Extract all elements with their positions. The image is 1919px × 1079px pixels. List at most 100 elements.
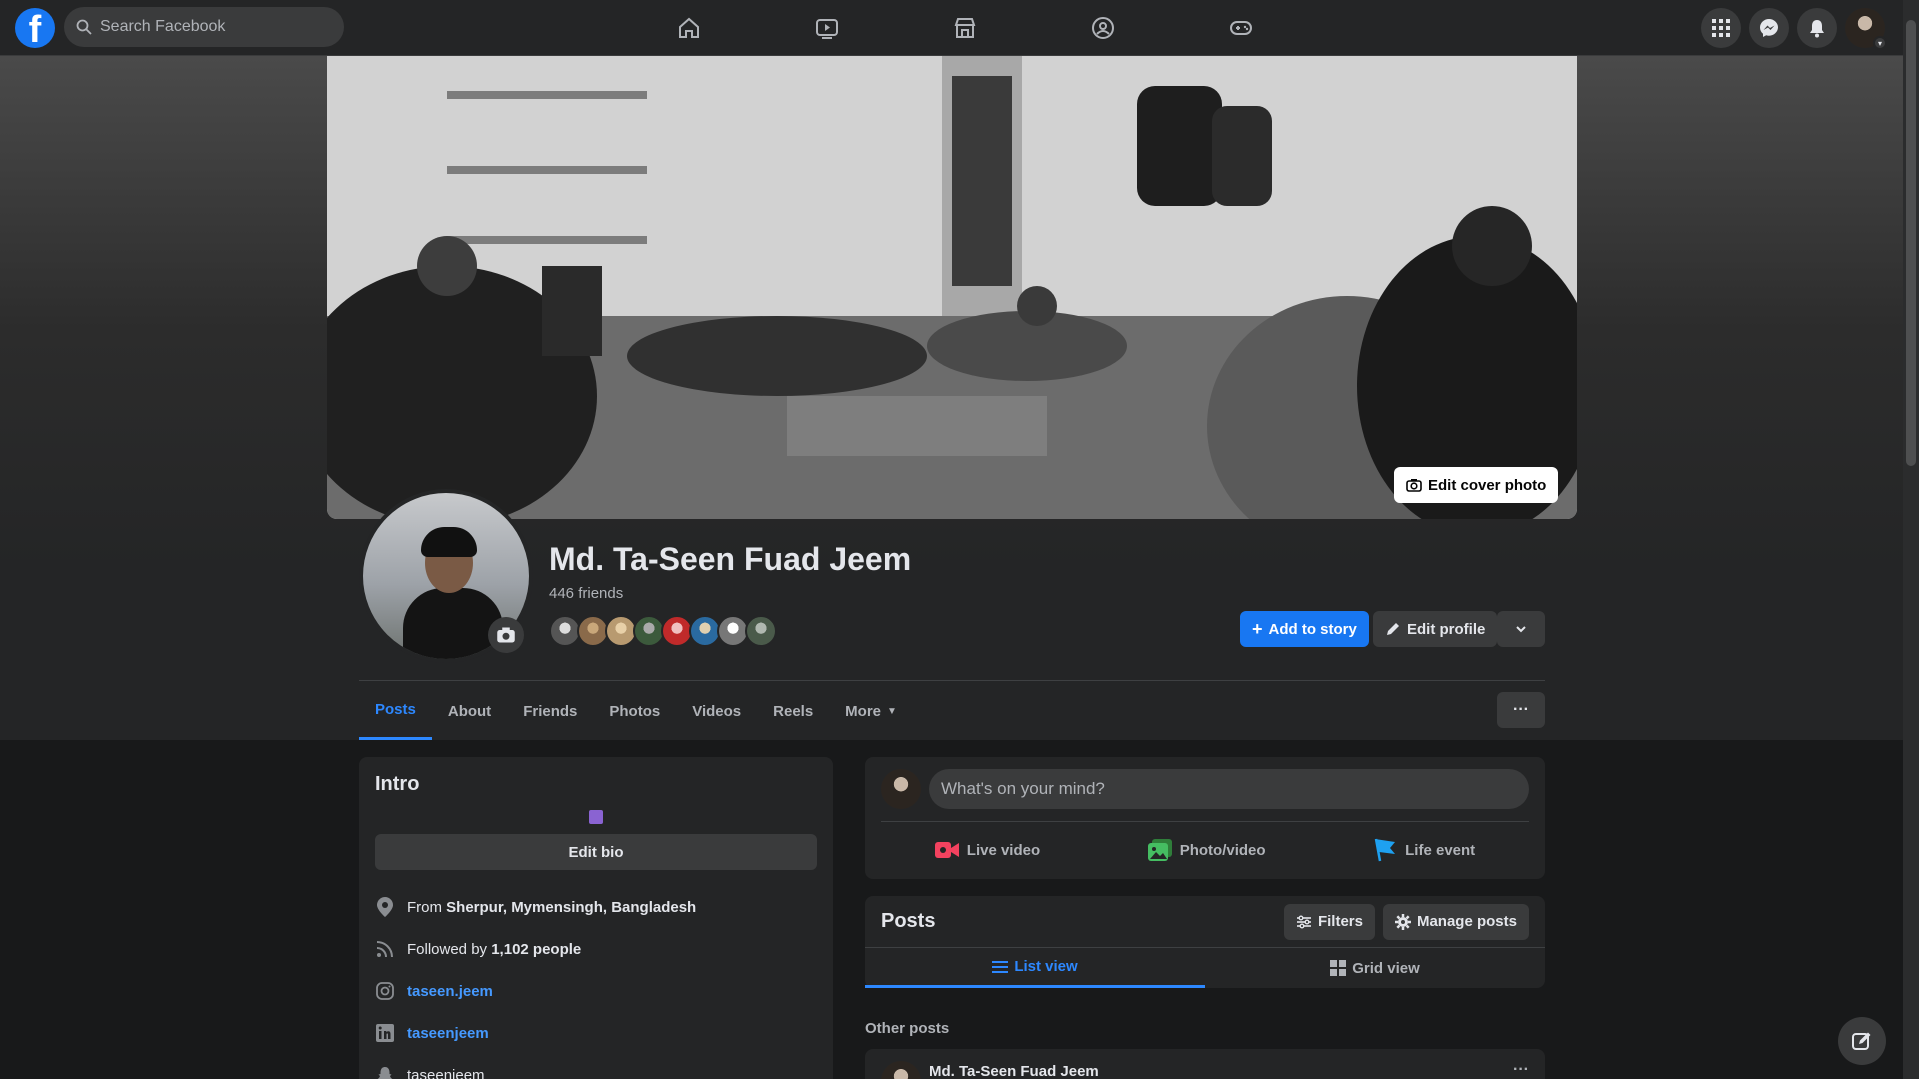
new-message-button[interactable] bbox=[1838, 1017, 1886, 1065]
linkedin-link[interactable]: taseenjeem bbox=[407, 1025, 489, 1042]
followers-prefix: Followed by bbox=[407, 940, 492, 958]
live-video-label: Live video bbox=[966, 841, 1041, 859]
update-profile-picture-button[interactable] bbox=[488, 617, 524, 653]
video-icon bbox=[816, 19, 838, 39]
post-author-name[interactable]: Md. Ta-Seen Fuad Jeem bbox=[929, 1063, 1099, 1079]
grid-view-label: Grid view bbox=[1352, 959, 1420, 977]
instagram-icon bbox=[375, 981, 395, 1001]
grid-view-tab[interactable]: Grid view bbox=[1205, 948, 1545, 988]
scrollbar-thumb[interactable] bbox=[1906, 20, 1916, 466]
post-card: Md. Ta-Seen Fuad Jeem ··· bbox=[865, 1049, 1545, 1079]
tab-friends[interactable]: Friends bbox=[507, 682, 593, 740]
home-icon bbox=[679, 17, 699, 38]
facebook-logo[interactable]: f bbox=[15, 8, 55, 48]
intro-title: Intro bbox=[375, 773, 420, 795]
grid-icon bbox=[1330, 960, 1347, 976]
header-divider bbox=[359, 680, 1545, 681]
profile-options-button[interactable] bbox=[1497, 611, 1545, 647]
tab-about[interactable]: About bbox=[432, 682, 507, 740]
search-icon bbox=[76, 19, 92, 35]
messenger-button[interactable] bbox=[1749, 8, 1789, 48]
marketplace-nav[interactable] bbox=[896, 0, 1034, 56]
instagram-row: taseen.jeem bbox=[375, 970, 817, 1012]
messenger-icon bbox=[1760, 19, 1778, 37]
manage-posts-button[interactable]: Manage posts bbox=[1382, 903, 1529, 940]
post-author-avatar[interactable] bbox=[881, 1061, 921, 1079]
caret-down-icon: ▼ bbox=[887, 705, 897, 717]
edit-cover-photo-button[interactable]: Edit cover photo bbox=[1394, 467, 1559, 503]
cover-photo-illustration bbox=[327, 56, 1577, 519]
posts-header-buttons: Filters Manage posts bbox=[1283, 903, 1529, 940]
groups-nav[interactable] bbox=[1034, 0, 1172, 56]
composer-actions: Live video Photo/video Life event bbox=[881, 822, 1529, 868]
friend-avatar[interactable] bbox=[745, 615, 777, 647]
chevron-down-icon: ▾ bbox=[1873, 36, 1887, 50]
marketplace-icon bbox=[954, 18, 976, 38]
search-input[interactable]: Search Facebook bbox=[64, 7, 344, 47]
posts-header: Posts Filters Manage posts bbox=[865, 896, 1545, 948]
composer-top: What's on your mind? bbox=[881, 769, 1529, 822]
post-options-icon[interactable]: ··· bbox=[1513, 1061, 1529, 1079]
search-placeholder: Search Facebook bbox=[100, 18, 226, 35]
whats-on-your-mind-input[interactable]: What's on your mind? bbox=[929, 769, 1529, 809]
camera-icon bbox=[497, 627, 515, 643]
chevron-down-icon bbox=[1516, 626, 1526, 633]
life-event-button[interactable]: Life event bbox=[1373, 832, 1475, 868]
filters-button[interactable]: Filters bbox=[1283, 903, 1375, 940]
snapchat-row: taseenjeem bbox=[375, 1054, 817, 1079]
top-navigation: f Search Facebook ▾ bbox=[0, 0, 1903, 56]
list-icon bbox=[992, 960, 1009, 973]
live-video-button[interactable]: Live video bbox=[934, 832, 1041, 868]
page-scrollbar[interactable] bbox=[1903, 0, 1919, 1079]
posts-title: Posts bbox=[881, 910, 936, 932]
profile-picture-hair bbox=[421, 527, 477, 557]
tab-more[interactable]: More ▼ bbox=[829, 682, 913, 740]
friends-count[interactable]: 446 friends bbox=[549, 585, 623, 602]
posts-card: Posts Filters Manage posts List view Gri… bbox=[865, 896, 1545, 988]
cover-photo[interactable] bbox=[327, 56, 1577, 519]
right-nav: ▾ bbox=[1701, 8, 1887, 50]
other-posts-heading: Other posts bbox=[865, 1020, 950, 1037]
gaming-nav[interactable] bbox=[1172, 0, 1310, 56]
watch-nav[interactable] bbox=[758, 0, 896, 56]
list-view-label: List view bbox=[1014, 958, 1078, 975]
photo-video-label: Photo/video bbox=[1179, 841, 1266, 859]
edit-cover-label: Edit cover photo bbox=[1428, 476, 1547, 494]
manage-posts-label: Manage posts bbox=[1416, 913, 1517, 930]
linkedin-row: taseenjeem bbox=[375, 1012, 817, 1054]
notifications-button[interactable] bbox=[1797, 8, 1837, 48]
edit-profile-button[interactable]: Edit profile bbox=[1373, 611, 1498, 647]
list-view-tab[interactable]: List view bbox=[865, 948, 1205, 988]
tab-posts[interactable]: Posts bbox=[359, 682, 432, 740]
tab-reels[interactable]: Reels bbox=[757, 682, 829, 740]
hometown-value[interactable]: Sherpur, Mymensingh, Bangladesh bbox=[446, 899, 696, 916]
intro-card: Intro Edit bio From Sherpur, Mymensingh,… bbox=[359, 757, 833, 1079]
tab-videos[interactable]: Videos bbox=[676, 682, 757, 740]
grid-menu-icon bbox=[1712, 19, 1730, 37]
composer-avatar[interactable] bbox=[881, 769, 921, 809]
groups-icon bbox=[1092, 17, 1114, 39]
tab-photos[interactable]: Photos bbox=[593, 682, 676, 740]
photo-video-button[interactable]: Photo/video bbox=[1147, 832, 1266, 868]
account-avatar[interactable]: ▾ bbox=[1845, 8, 1887, 50]
hometown-prefix: From bbox=[407, 898, 447, 916]
tab-more-label: More bbox=[845, 702, 882, 720]
instagram-link[interactable]: taseen.jeem bbox=[407, 983, 493, 1000]
add-to-story-button[interactable]: + Add to story bbox=[1240, 611, 1369, 647]
more-options-button[interactable]: ··· bbox=[1497, 692, 1545, 728]
followers-value[interactable]: 1,102 people bbox=[491, 941, 581, 958]
view-tabs: List view Grid view bbox=[865, 948, 1545, 988]
bio-emoji-icon bbox=[589, 810, 603, 824]
menu-button[interactable] bbox=[1701, 8, 1741, 48]
home-nav[interactable] bbox=[620, 0, 758, 56]
profile-picture-figure bbox=[403, 588, 503, 659]
gear-icon bbox=[1394, 913, 1411, 930]
edit-bio-button[interactable]: Edit bio bbox=[375, 834, 817, 870]
snapchat-handle: taseenjeem bbox=[407, 1066, 485, 1079]
ellipsis-icon: ··· bbox=[1513, 701, 1529, 718]
camera-icon bbox=[1406, 479, 1422, 492]
profile-name: Md. Ta-Seen Fuad Jeem bbox=[549, 541, 912, 577]
life-event-label: Life event bbox=[1405, 841, 1476, 859]
edit-profile-label: Edit profile bbox=[1407, 620, 1486, 638]
rss-icon bbox=[375, 939, 395, 959]
